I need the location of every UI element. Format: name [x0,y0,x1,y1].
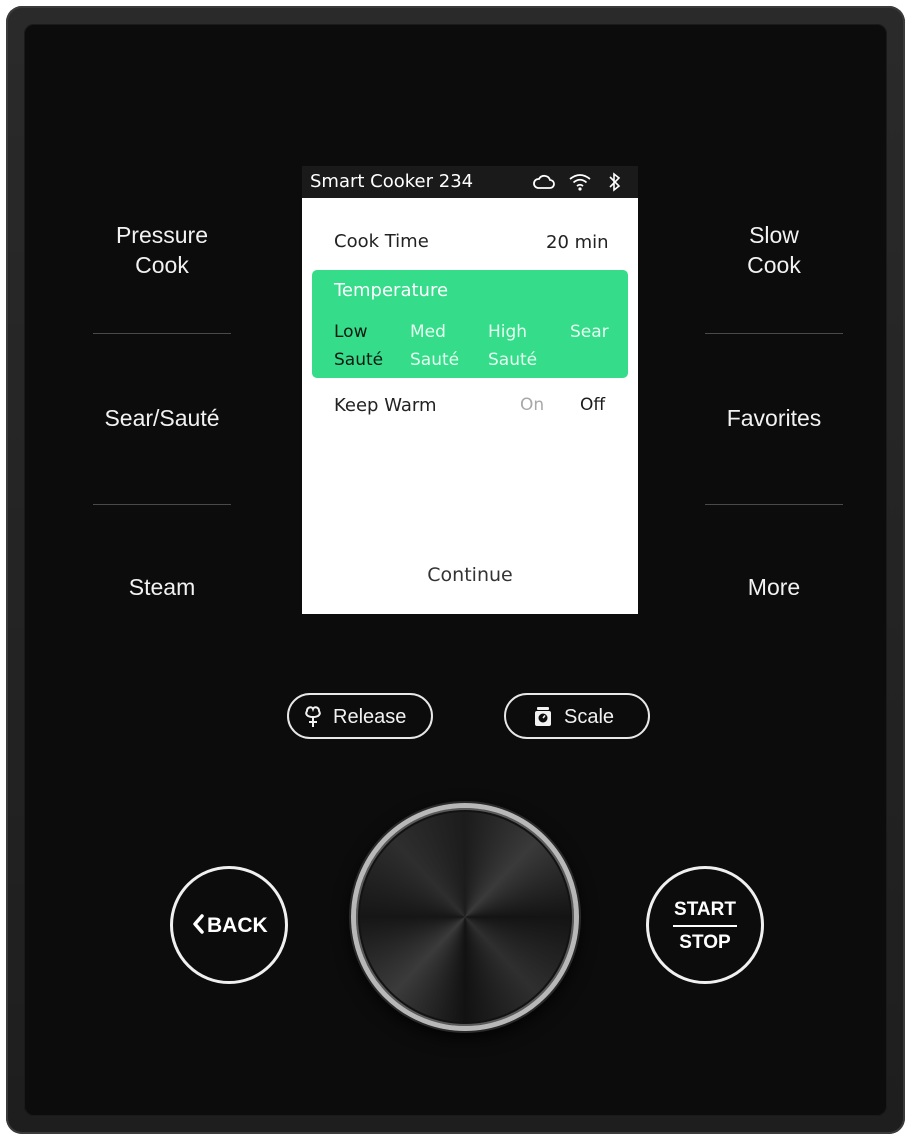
mode-pressure-cook-button[interactable]: Pressure Cook [72,220,252,280]
start-stop-button[interactable]: START STOP [646,866,764,984]
keep-warm-label: Keep Warm [334,395,437,416]
continue-button[interactable]: Continue [302,564,638,586]
release-label: Release [333,706,407,728]
divider [93,504,231,505]
temp-option-sear[interactable]: Sear [570,318,609,346]
divider [705,333,843,334]
start-stop-divider [673,925,737,927]
divider [93,333,231,334]
mode-favorites-button[interactable]: Favorites [684,403,864,433]
steam-release-icon [302,705,324,735]
temp-option-line2: Sauté [410,350,460,370]
temp-option-line1: Med [410,322,446,342]
temperature-label: Temperature [334,280,449,301]
temp-option-line2: Sauté [334,350,384,370]
control-dial[interactable] [351,803,579,1031]
temp-option-med-saute[interactable]: Med Sauté [410,318,459,374]
back-label: BACK [207,914,268,937]
status-bar: Smart Cooker 234 [302,166,638,198]
scale-label: Scale [564,706,615,728]
mode-sear-saute-button[interactable]: Sear/Sauté [72,403,252,433]
chevron-left-icon [191,913,205,940]
temperature-selector[interactable]: Temperature Low Sauté Med Sauté High Sau… [312,270,628,378]
keep-warm-off-option[interactable]: Off [580,395,605,415]
wifi-icon [568,171,592,198]
cloud-icon [532,171,556,198]
mode-steam-button[interactable]: Steam [72,572,252,602]
temp-option-high-saute[interactable]: High Sauté [488,318,537,374]
start-label: START [674,899,736,920]
temp-option-line1: Low [334,322,368,342]
back-button[interactable]: BACK [170,866,288,984]
scale-button[interactable]: Scale [504,693,650,739]
bluetooth-icon [607,171,623,198]
device-title: Smart Cooker 234 [310,171,474,192]
keep-warm-on-option[interactable]: On [520,395,544,415]
mode-more-button[interactable]: More [684,572,864,602]
scale-icon [532,706,554,734]
mode-slow-cook-button[interactable]: Slow Cook [684,220,864,280]
cook-time-value[interactable]: 20 min [546,232,609,253]
temp-option-line1: Sear [570,322,609,342]
display-screen: Smart Cooker 234 Cook Time 20 min Temper… [302,166,638,614]
temp-option-low-saute[interactable]: Low Sauté [334,318,383,374]
release-button[interactable]: Release [287,693,433,739]
cook-time-label: Cook Time [334,231,429,252]
temp-option-line1: High [488,322,528,342]
stop-label: STOP [679,932,731,953]
dial-knob [360,812,570,1022]
temp-option-line2: Sauté [488,350,538,370]
divider [705,504,843,505]
